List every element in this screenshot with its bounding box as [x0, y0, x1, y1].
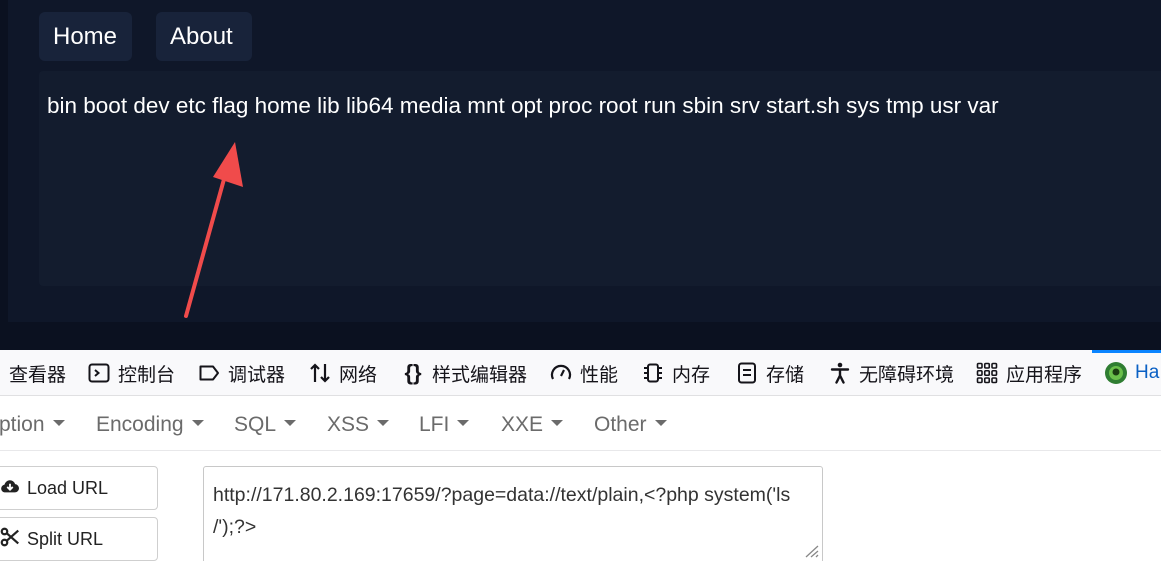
scissors-icon [0, 526, 21, 553]
chevron-down-icon [551, 420, 564, 427]
menu-sql[interactable]: SQL [234, 396, 297, 451]
menu-label: LFI [419, 413, 450, 436]
tab-inspector[interactable]: 查看器 [9, 350, 66, 396]
command-output-box: bin boot dev etc flag home lib lib64 med… [39, 71, 1161, 286]
tab-label: 存储 [766, 364, 805, 386]
tab-memory[interactable]: 内存 [640, 350, 710, 396]
accessibility-icon [827, 360, 853, 386]
hackbar-menu-bar: ption Encoding SQL XSS LFI XXE Other [0, 396, 1161, 451]
hackbar-icon [1103, 360, 1129, 386]
chevron-down-icon [377, 420, 390, 427]
menu-label: ption [0, 413, 45, 436]
tab-console[interactable]: 控制台 [86, 350, 175, 396]
menu-label: Encoding [96, 413, 184, 436]
menu-other[interactable]: Other [594, 396, 667, 451]
menu-xss[interactable]: XSS [327, 396, 390, 451]
debugger-icon [196, 360, 222, 386]
tab-accessibility[interactable]: 无障碍环境 [827, 350, 954, 396]
tab-label: 性能 [580, 364, 619, 386]
nav-home-link[interactable]: Home [39, 12, 132, 61]
menu-label: XSS [327, 413, 370, 436]
load-url-button[interactable]: Load URL [0, 466, 158, 510]
tab-debugger[interactable]: 调试器 [196, 350, 285, 396]
tab-storage[interactable]: 存储 [734, 350, 804, 396]
tab-label: 查看器 [9, 364, 67, 386]
tab-label: 内存 [672, 364, 711, 386]
nav-about-link[interactable]: About [156, 12, 252, 61]
storage-icon [734, 360, 760, 386]
menu-xxe[interactable]: XXE [501, 396, 564, 451]
chevron-down-icon [52, 420, 65, 427]
url-textarea[interactable] [203, 466, 823, 561]
tab-label: 无障碍环境 [859, 364, 955, 386]
load-url-label: Load URL [27, 477, 109, 498]
menu-label: SQL [234, 413, 277, 436]
performance-icon [548, 360, 574, 386]
memory-icon [640, 360, 666, 386]
chevron-down-icon [284, 420, 297, 427]
tab-label: 控制台 [118, 364, 176, 386]
chevron-down-icon [654, 420, 667, 427]
menu-encoding[interactable]: Encoding [96, 396, 204, 451]
tab-performance[interactable]: 性能 [548, 350, 618, 396]
tab-label: 样式编辑器 [432, 364, 528, 386]
tab-application[interactable]: 应用程序 [974, 350, 1082, 396]
webpage-viewport: Home About bin boot dev etc flag home li… [0, 0, 1161, 350]
tab-label: 网络 [339, 364, 378, 386]
tab-label: Ha [1135, 362, 1160, 383]
menu-lfi[interactable]: LFI [419, 396, 470, 451]
console-icon [86, 360, 112, 386]
chevron-down-icon [191, 420, 204, 427]
split-url-button[interactable]: Split URL [0, 517, 158, 561]
chevron-down-icon [457, 420, 470, 427]
tab-label: 调试器 [228, 364, 286, 386]
cloud-download-icon [0, 475, 21, 502]
style-editor-icon: {} [404, 360, 422, 385]
application-icon [974, 360, 1000, 386]
devtools-tab-bar: 查看器 控制台 调试器 网络 {} 样式编辑器 性能 内存 存储 无障碍环境 应… [0, 350, 1161, 396]
network-icon [307, 360, 333, 386]
command-output-text: bin boot dev etc flag home lib lib64 med… [47, 93, 999, 118]
resize-grip-icon[interactable] [803, 544, 819, 558]
tab-style-editor[interactable]: {} 样式编辑器 [400, 350, 527, 396]
menu-encryption[interactable]: ption [0, 396, 65, 451]
tab-network[interactable]: 网络 [307, 350, 377, 396]
tab-hackbar[interactable]: Ha [1103, 350, 1159, 396]
menu-label: Other [594, 413, 647, 436]
tab-label: 应用程序 [1006, 364, 1083, 386]
menu-label: XXE [501, 413, 544, 436]
split-url-label: Split URL [27, 528, 104, 549]
